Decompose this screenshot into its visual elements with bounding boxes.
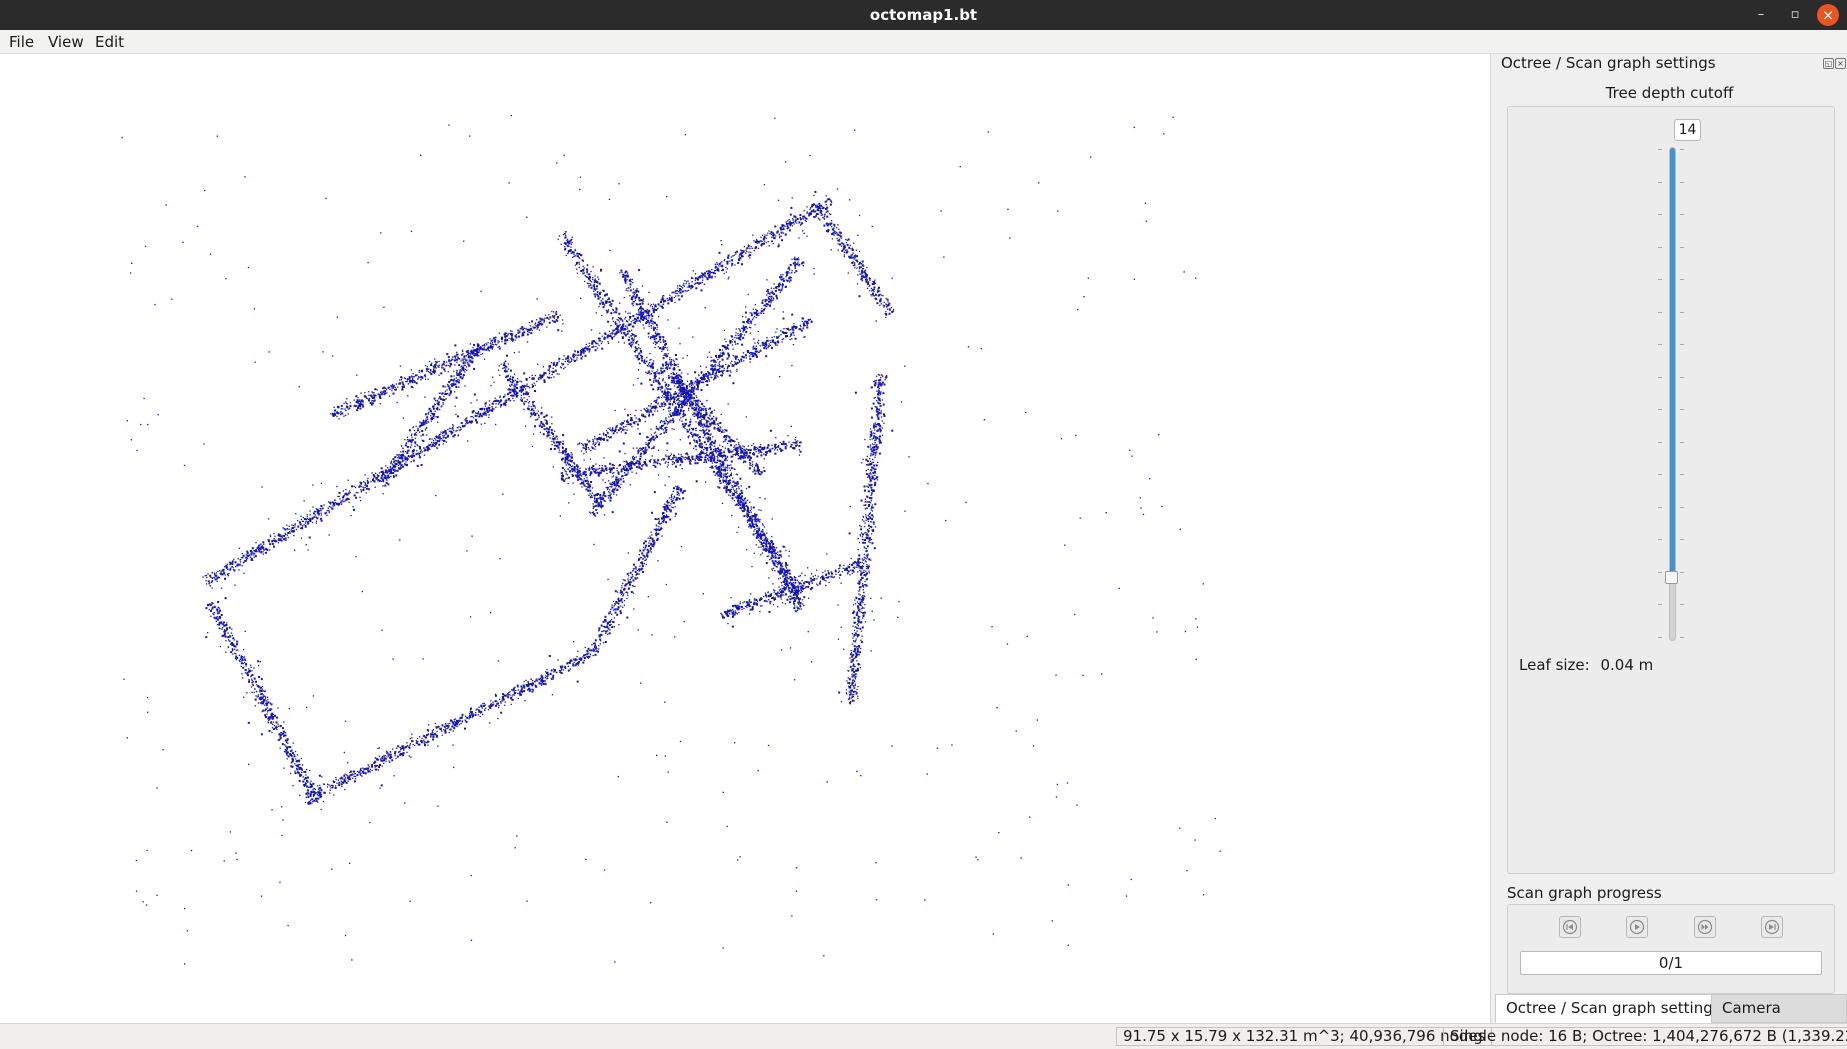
close-icon[interactable]: × [1817,4,1839,26]
scan-graph-progress-label: Scan graph progress [1507,884,1662,902]
slider-tick [1680,214,1684,215]
slider-tick [1658,182,1662,183]
point-cloud[interactable] [0,54,1490,1023]
step-forward-button[interactable] [1694,916,1716,938]
slider-tick [1680,637,1684,638]
dock-title: Octree / Scan graph settings [1501,54,1716,72]
step-forward-icon [1697,919,1713,935]
slider-tick [1680,312,1684,313]
slider-tick [1658,149,1662,150]
slider-tick [1658,279,1662,280]
slider-tick [1680,507,1684,508]
tree-depth-group: 14 [1507,106,1835,874]
slider-tick [1680,182,1684,183]
settings-dock: Octree / Scan graph settings ◱ × Tree de… [1490,54,1847,1023]
skip-end-icon [1764,919,1780,935]
slider-tick [1658,507,1662,508]
slider-tick [1658,214,1662,215]
leaf-size: Leaf size: 0.04 m [1519,656,1659,674]
skip-end-button[interactable] [1761,916,1783,938]
dock-tabs: Octree / Scan graph settings Camera sett… [1490,994,1847,1023]
scan-graph-progress-group: 0/1 [1507,904,1835,994]
float-icon[interactable]: ◱ [1823,58,1834,69]
slider-tick [1680,409,1684,410]
minimize-icon[interactable]: – [1750,4,1772,26]
slider-tick [1658,474,1662,475]
menu-bar: File View Edit [0,30,1847,54]
menu-edit[interactable]: Edit [95,33,124,51]
slider-tick [1658,442,1662,443]
slider-tick [1680,279,1684,280]
title-bar: octomap1.bt – ▫ × [0,0,1847,30]
slider-tick [1680,344,1684,345]
slider-tick [1658,312,1662,313]
rewind-icon [1562,919,1578,935]
slider-tick [1680,149,1684,150]
rewind-button[interactable] [1559,916,1581,938]
slider-tick [1680,377,1684,378]
scan-progress-counter: 0/1 [1520,951,1822,975]
maximize-icon[interactable]: ▫ [1784,4,1806,26]
play-icon [1629,919,1645,935]
slider-tick [1680,604,1684,605]
status-memory: Single node: 16 B; Octree: 1,404,276,672… [1443,1027,1847,1046]
leaf-size-label: Leaf size: [1519,656,1590,674]
slider-tick [1658,409,1662,410]
menu-file[interactable]: File [9,33,34,51]
tab-camera-settings[interactable]: Camera settings [1711,994,1847,1023]
slider-tick [1658,344,1662,345]
slider-tick [1680,474,1684,475]
depth-value-display[interactable]: 14 [1674,119,1701,141]
dock-close-icon[interactable]: × [1835,58,1846,69]
depth-slider-handle[interactable] [1665,571,1678,584]
octomap-3d-viewport[interactable] [0,54,1490,1023]
slider-tick [1680,442,1684,443]
leaf-size-value: 0.04 m [1600,656,1653,674]
point-cloud-points [122,115,1221,965]
slider-tick [1658,377,1662,378]
slider-tick [1658,539,1662,540]
slider-tick [1658,604,1662,605]
slider-tick [1680,572,1684,573]
slider-tick [1658,572,1662,573]
depth-slider-fill [1670,148,1675,578]
tab-octree-settings[interactable]: Octree / Scan graph settings [1495,994,1732,1023]
slider-tick [1658,637,1662,638]
slider-tick [1680,539,1684,540]
tree-depth-label: Tree depth cutoff [1491,84,1847,102]
status-bar: 91.75 x 15.79 x 132.31 m^3; 40,936,796 n… [0,1023,1847,1048]
status-dimensions: 91.75 x 15.79 x 132.31 m^3; 40,936,796 n… [1116,1027,1492,1046]
menu-view[interactable]: View [48,33,84,51]
slider-tick [1658,247,1662,248]
slider-tick [1680,247,1684,248]
window-title: octomap1.bt [0,6,1847,24]
play-button[interactable] [1626,916,1648,938]
